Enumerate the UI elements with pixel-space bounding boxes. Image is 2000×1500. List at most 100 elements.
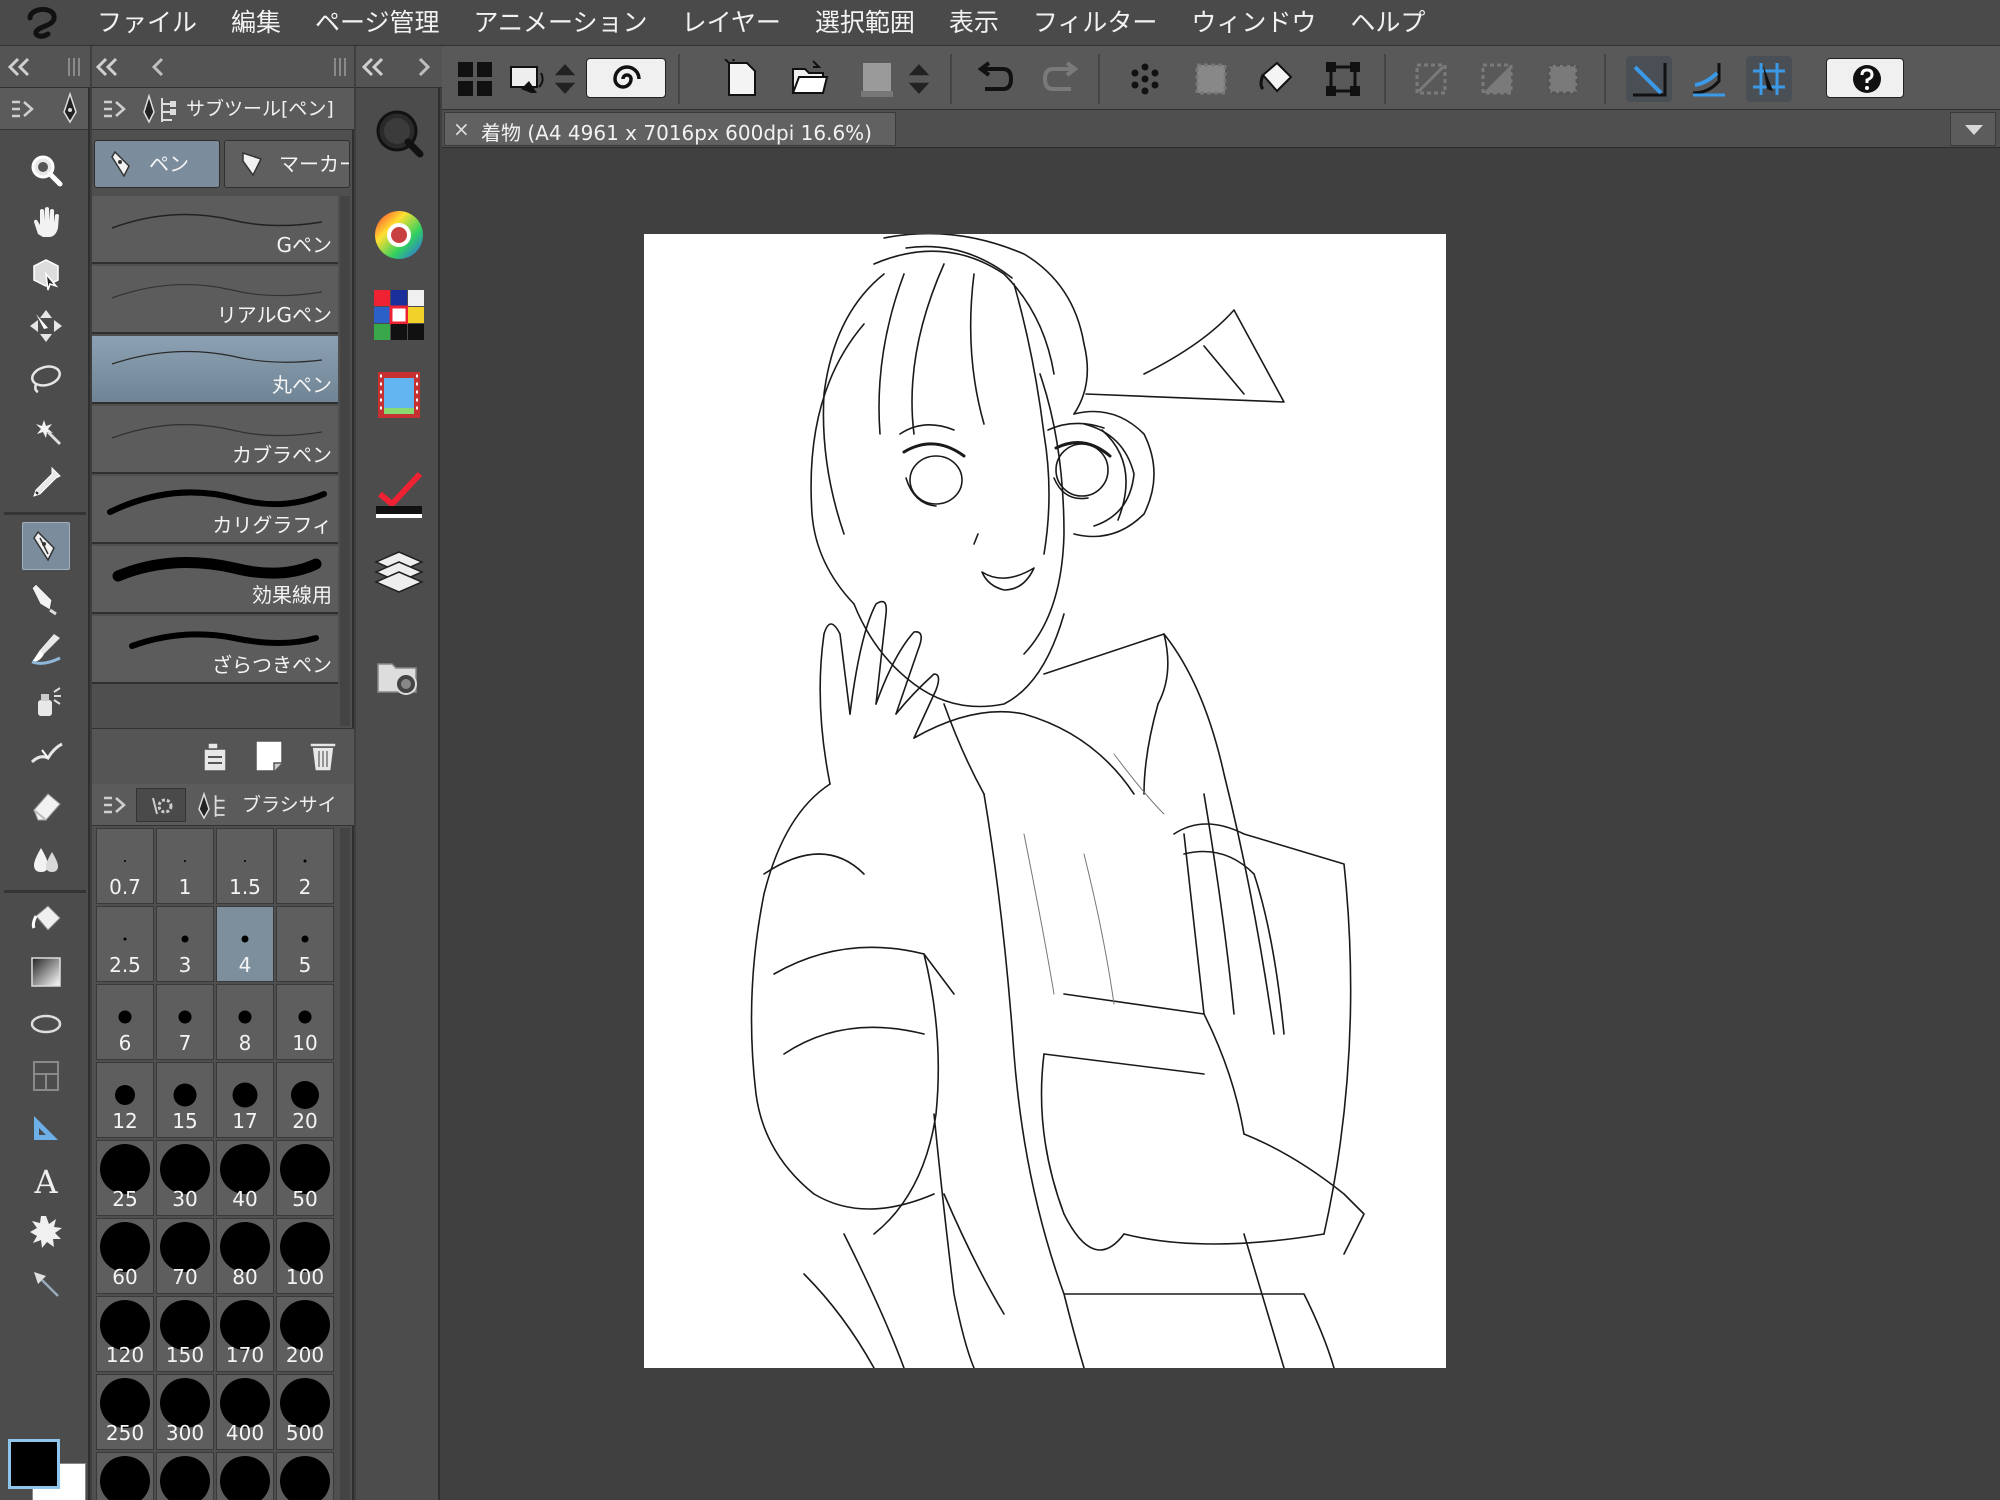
snap-to-ruler-button[interactable]	[1626, 56, 1672, 102]
balloon-tool[interactable]	[22, 1208, 70, 1256]
fill-tool[interactable]	[22, 896, 70, 944]
brush-size-cell[interactable]: 500	[276, 1374, 334, 1450]
brush-size-cell[interactable]: 2.5	[96, 906, 154, 982]
panel-menu-icon[interactable]	[102, 98, 128, 120]
figure-tool[interactable]	[22, 1000, 70, 1048]
brush-size-cell[interactable]	[96, 1452, 154, 1500]
layers-icon[interactable]	[372, 546, 426, 600]
brush-size-cell[interactable]: 80	[216, 1218, 274, 1294]
layer-property-icon[interactable]	[372, 468, 426, 522]
brush-size-cell[interactable]: 50	[276, 1140, 334, 1216]
chevron-right-icon[interactable]	[416, 56, 432, 78]
brush-size-cell[interactable]: 60	[96, 1218, 154, 1294]
brush-size-cell[interactable]: 300	[156, 1374, 214, 1450]
brush-size-cell[interactable]: 170	[216, 1296, 274, 1372]
brush-size-cell[interactable]: 5	[276, 906, 334, 982]
save-button[interactable]	[854, 56, 900, 102]
undo-button[interactable]	[972, 56, 1018, 102]
grip-icon[interactable]	[332, 58, 348, 76]
lasso-select-tool[interactable]	[22, 354, 70, 402]
brush-size-cell[interactable]: 200	[276, 1296, 334, 1372]
move-layer-tool[interactable]	[22, 302, 70, 350]
brush-size-cell[interactable]: 0.7	[96, 828, 154, 904]
brush-size-cell[interactable]: 1.5	[216, 828, 274, 904]
menu-animation[interactable]: アニメーション	[457, 0, 665, 46]
menu-layer[interactable]: レイヤー	[665, 0, 798, 46]
size-grid-scrollbar[interactable]	[340, 828, 350, 1500]
close-tab-button[interactable]: ×	[453, 117, 470, 141]
snap-to-grid-button[interactable]	[1746, 56, 1792, 102]
collapse-left-icon[interactable]	[94, 56, 120, 78]
trash-icon[interactable]	[306, 737, 340, 775]
brush-item-maru-pen[interactable]: 丸ペン	[92, 336, 338, 404]
save-options-stepper[interactable]	[904, 56, 934, 102]
brush-size-cell[interactable]: 250	[96, 1374, 154, 1450]
sync-dropdown-stepper[interactable]	[550, 56, 580, 102]
brush-size-cell[interactable]: 12	[96, 1062, 154, 1138]
brush-size-cell[interactable]	[156, 1452, 214, 1500]
brush-size-cell[interactable]: 1	[156, 828, 214, 904]
pen-tool[interactable]	[22, 522, 70, 570]
ruler-tool[interactable]	[22, 1104, 70, 1152]
pencil-tool[interactable]	[22, 574, 70, 622]
brush-size-cell[interactable]: 10	[276, 984, 334, 1060]
brush-size-cell[interactable]: 25	[96, 1140, 154, 1216]
panel-menu-icon[interactable]	[102, 794, 128, 816]
operation-tool[interactable]	[22, 250, 70, 298]
brush-size-cell[interactable]: 150	[156, 1296, 214, 1372]
menu-window[interactable]: ウィンドウ	[1174, 0, 1333, 46]
collapse-left-icon[interactable]	[6, 56, 32, 78]
airbrush-tool[interactable]	[22, 678, 70, 726]
chevron-left-icon[interactable]	[150, 56, 166, 78]
tool-property-tab[interactable]	[136, 788, 186, 822]
brush-item-g-pen[interactable]: Gペン	[92, 196, 338, 264]
brush-item-kabura-pen[interactable]: カブラペン	[92, 406, 338, 474]
menu-view[interactable]: 表示	[932, 0, 1016, 46]
color-set-icon[interactable]	[372, 288, 426, 342]
main-color-box[interactable]	[8, 1439, 60, 1489]
brush-size-cell[interactable]: 7	[156, 984, 214, 1060]
correct-line-tool[interactable]	[22, 1260, 70, 1308]
zoom-tool[interactable]	[22, 146, 70, 194]
help-button[interactable]	[1826, 58, 1904, 98]
canvas-area[interactable]	[442, 149, 2000, 1500]
navigator-icon[interactable]	[372, 106, 426, 160]
clear-outside-selection-button[interactable]	[1188, 56, 1234, 102]
frame-border-tool[interactable]	[22, 1052, 70, 1100]
hand-tool[interactable]	[22, 198, 70, 246]
collapse-left-icon[interactable]	[360, 56, 386, 78]
brush-item-effect-line[interactable]: 効果線用	[92, 546, 338, 614]
grip-icon[interactable]	[66, 58, 82, 76]
brush-size-cell[interactable]: 400	[216, 1374, 274, 1450]
color-wheel-icon[interactable]	[372, 208, 426, 262]
document-tab[interactable]: × 着物 (A4 4961 x 7016px 600dpi 16.6%)	[444, 112, 896, 146]
eyedropper-tool[interactable]	[22, 458, 70, 506]
menu-filter[interactable]: フィルター	[1016, 0, 1175, 46]
brush-size-cell[interactable]: 15	[156, 1062, 214, 1138]
new-file-button[interactable]	[718, 56, 764, 102]
brush-item-real-g-pen[interactable]: リアルGペン	[92, 266, 338, 334]
brush-size-cell[interactable]: 70	[156, 1218, 214, 1294]
brush-size-cell[interactable]: 6	[96, 984, 154, 1060]
redo-button[interactable]	[1038, 56, 1084, 102]
brush-size-cell[interactable]: 3	[156, 906, 214, 982]
brush-size-cell[interactable]: 4	[216, 906, 274, 982]
tab-list-dropdown[interactable]	[1950, 112, 1996, 146]
panel-menu-icon[interactable]	[10, 98, 36, 120]
brush-list-scrollbar[interactable]	[340, 196, 350, 726]
menu-selection[interactable]: 選択範囲	[798, 0, 932, 46]
menu-help[interactable]: ヘルプ	[1333, 0, 1442, 46]
snap-to-special-ruler-button[interactable]	[1686, 56, 1732, 102]
subtool-tab-marker[interactable]: マーカー	[224, 140, 350, 188]
brush-size-cell[interactable]: 30	[156, 1140, 214, 1216]
fill-button[interactable]	[1254, 56, 1300, 102]
brush-size-cell[interactable]: 100	[276, 1218, 334, 1294]
brush-size-cell[interactable]: 120	[96, 1296, 154, 1372]
brush-tool[interactable]	[22, 626, 70, 674]
menu-file[interactable]: ファイル	[80, 0, 214, 46]
drawing-canvas[interactable]	[644, 232, 1446, 1369]
menu-edit[interactable]: 編集	[214, 0, 298, 46]
deselect-button[interactable]	[1408, 56, 1454, 102]
open-file-button[interactable]	[786, 56, 832, 102]
menu-page-management[interactable]: ページ管理	[298, 0, 457, 46]
